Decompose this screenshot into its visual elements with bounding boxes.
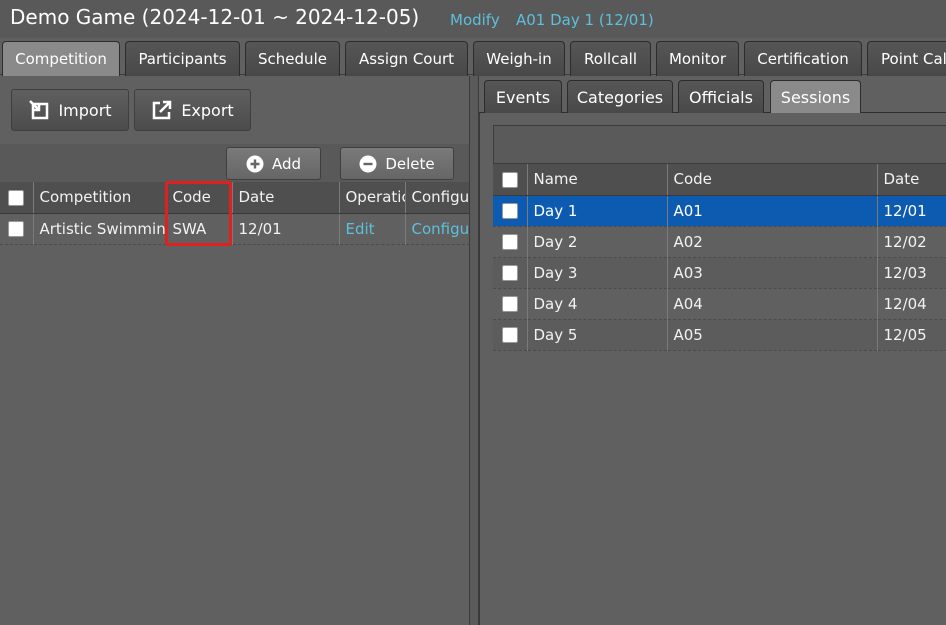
- row-select-cell: [493, 195, 528, 227]
- competition-panel: Import Export Add Delete Competition Cod…: [0, 76, 471, 625]
- column-header-date[interactable]: Date: [877, 164, 946, 196]
- export-label: Export: [181, 100, 234, 120]
- row-select-cell: [493, 257, 528, 289]
- tab-rollcall[interactable]: Rollcall: [570, 41, 651, 76]
- select-all-checkbox[interactable]: [8, 189, 25, 206]
- row-checkbox[interactable]: [8, 221, 25, 237]
- row-checkbox[interactable]: [501, 203, 518, 219]
- sessions-content: Name Code Date Day 1 A01 12/01 Day 2 A02…: [479, 113, 946, 625]
- delete-button[interactable]: Delete: [340, 147, 454, 180]
- import-icon: [28, 99, 50, 121]
- tab-point-cal[interactable]: Point Cal: [867, 41, 946, 76]
- row-checkbox[interactable]: [501, 296, 518, 312]
- import-label: Import: [58, 100, 112, 120]
- tab-schedule[interactable]: Schedule: [245, 41, 340, 76]
- table-header-row: Competition Code Date Operatic Configu: [0, 182, 471, 214]
- session-date-cell: 12/02: [877, 226, 946, 258]
- session-code-cell: A01: [667, 195, 878, 227]
- row-select-cell: [0, 213, 34, 245]
- tab-officials[interactable]: Officials: [678, 80, 764, 113]
- session-name-cell: Day 2: [527, 226, 668, 258]
- delete-label: Delete: [385, 154, 435, 173]
- row-select-cell: [493, 288, 528, 320]
- page-title: Demo Game (2024-12-01 ~ 2024-12-05): [10, 5, 420, 29]
- minus-circle-icon: [359, 155, 377, 173]
- tab-categories[interactable]: Categories: [567, 80, 673, 113]
- tab-certification[interactable]: Certification: [744, 41, 862, 76]
- tab-events[interactable]: Events: [484, 80, 562, 113]
- table-row[interactable]: Artistic Swimmin SWA 12/01 Edit Configu: [0, 213, 471, 245]
- tab-participants[interactable]: Participants: [125, 41, 240, 76]
- table-row[interactable]: Day 2 A02 12/02: [493, 226, 946, 258]
- sessions-toolbar: [493, 125, 946, 164]
- session-date-cell: 12/01: [877, 195, 946, 227]
- edit-link[interactable]: Edit: [346, 220, 375, 238]
- session-date-cell: 12/04: [877, 288, 946, 320]
- session-code-cell: A03: [667, 257, 878, 289]
- sessions-panel: Events Categories Officials Sessions Nam…: [479, 76, 946, 625]
- column-header-config[interactable]: Configu: [405, 182, 471, 214]
- column-header-competition[interactable]: Competition: [33, 182, 167, 214]
- competition-date-cell: 12/01: [232, 213, 340, 245]
- export-icon: [151, 99, 173, 121]
- session-date-cell: 12/05: [877, 319, 946, 351]
- competition-table: Competition Code Date Operatic Configu A…: [0, 182, 471, 245]
- session-date-cell: 12/03: [877, 257, 946, 289]
- select-all-checkbox[interactable]: [501, 171, 518, 188]
- session-code-cell: A05: [667, 319, 878, 351]
- sub-tab-bar: Events Categories Officials Sessions: [479, 76, 946, 113]
- column-header-operation[interactable]: Operatic: [339, 182, 406, 214]
- row-checkbox[interactable]: [501, 234, 518, 250]
- session-code-cell: A02: [667, 226, 878, 258]
- row-checkbox[interactable]: [501, 327, 518, 343]
- tab-monitor[interactable]: Monitor: [656, 41, 739, 76]
- competition-toolbar: Add Delete: [0, 144, 470, 182]
- add-label: Add: [271, 154, 302, 173]
- column-header-date[interactable]: Date: [232, 182, 340, 214]
- row-checkbox[interactable]: [501, 265, 518, 281]
- table-header-row: Name Code Date: [493, 164, 946, 196]
- row-select-cell: [493, 319, 528, 351]
- competition-name-cell: Artistic Swimmin: [33, 213, 167, 245]
- pane-splitter[interactable]: [469, 76, 479, 625]
- tab-weigh-in[interactable]: Weigh-in: [473, 41, 565, 76]
- column-header-code[interactable]: Code: [667, 164, 878, 196]
- configure-link[interactable]: Configu: [412, 220, 470, 238]
- plus-circle-icon: [246, 155, 264, 173]
- export-button[interactable]: Export: [134, 89, 251, 131]
- row-select-cell: [493, 226, 528, 258]
- table-row[interactable]: Day 5 A05 12/05: [493, 319, 946, 351]
- select-all-cell: [0, 182, 34, 214]
- table-row[interactable]: Day 1 A01 12/01: [493, 195, 946, 227]
- tab-competition[interactable]: Competition: [2, 41, 120, 76]
- edit-link-cell: Edit: [339, 213, 406, 245]
- session-name-cell: Day 3: [527, 257, 668, 289]
- modify-link[interactable]: Modify: [450, 11, 500, 29]
- current-session-link[interactable]: A01 Day 1 (12/01): [516, 11, 654, 29]
- tab-assign-court[interactable]: Assign Court: [345, 41, 468, 76]
- table-row[interactable]: Day 3 A03 12/03: [493, 257, 946, 289]
- code-column-highlight: [165, 181, 232, 246]
- tab-sessions[interactable]: Sessions: [770, 80, 861, 113]
- config-link-cell: Configu: [405, 213, 471, 245]
- sessions-table: Name Code Date Day 1 A01 12/01 Day 2 A02…: [493, 164, 946, 351]
- add-button[interactable]: Add: [226, 147, 321, 180]
- column-header-name[interactable]: Name: [527, 164, 668, 196]
- session-name-cell: Day 1: [527, 195, 668, 227]
- import-button[interactable]: Import: [11, 89, 129, 131]
- session-code-cell: A04: [667, 288, 878, 320]
- select-all-cell: [493, 164, 528, 196]
- main-tab-bar: Competition Participants Schedule Assign…: [0, 40, 946, 76]
- table-row[interactable]: Day 4 A04 12/04: [493, 288, 946, 320]
- title-bar: Demo Game (2024-12-01 ~ 2024-12-05) Modi…: [0, 0, 946, 38]
- session-name-cell: Day 5: [527, 319, 668, 351]
- session-name-cell: Day 4: [527, 288, 668, 320]
